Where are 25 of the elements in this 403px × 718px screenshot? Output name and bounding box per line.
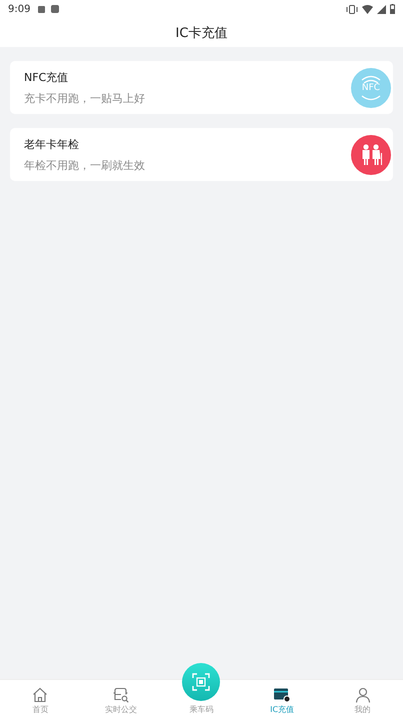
battery-icon <box>390 4 395 14</box>
bus-icon <box>112 686 130 702</box>
page-title: IC卡充值 <box>176 24 228 42</box>
nav-tab[interactable]: 首页 <box>0 680 81 718</box>
home-icon <box>32 686 48 702</box>
service-card[interactable]: NFC充值 充卡不用跑，一贴马上好 NFC <box>10 61 393 114</box>
nfc-icon: NFC <box>351 68 391 108</box>
signal-icon <box>377 4 386 14</box>
scan-button[interactable] <box>182 663 220 701</box>
wifi-icon <box>362 4 373 14</box>
nav-tab[interactable]: 实时公交 <box>80 680 162 718</box>
nav-tab[interactable]: IC充值 <box>242 680 322 718</box>
nav-tab[interactable]: 我的 <box>322 680 403 718</box>
people-icon <box>351 134 391 174</box>
card-icon <box>273 686 292 702</box>
user-icon <box>354 686 371 702</box>
qr-scan-icon <box>192 673 210 691</box>
card-subtitle: 年检不用跑，一刷就生效 <box>24 158 146 172</box>
vibrate-icon <box>346 4 358 14</box>
card-title: NFC充值 <box>24 70 70 84</box>
clock-time: 9:09 <box>8 4 30 14</box>
nav-tab-label[interactable]: 乘车码 <box>189 704 214 715</box>
card-title: 老年卡年检 <box>24 136 80 152</box>
service-card[interactable]: 老年卡年检 年检不用跑，一刷就生效 <box>10 128 393 181</box>
card-subtitle: 充卡不用跑，一贴马上好 <box>24 90 146 106</box>
